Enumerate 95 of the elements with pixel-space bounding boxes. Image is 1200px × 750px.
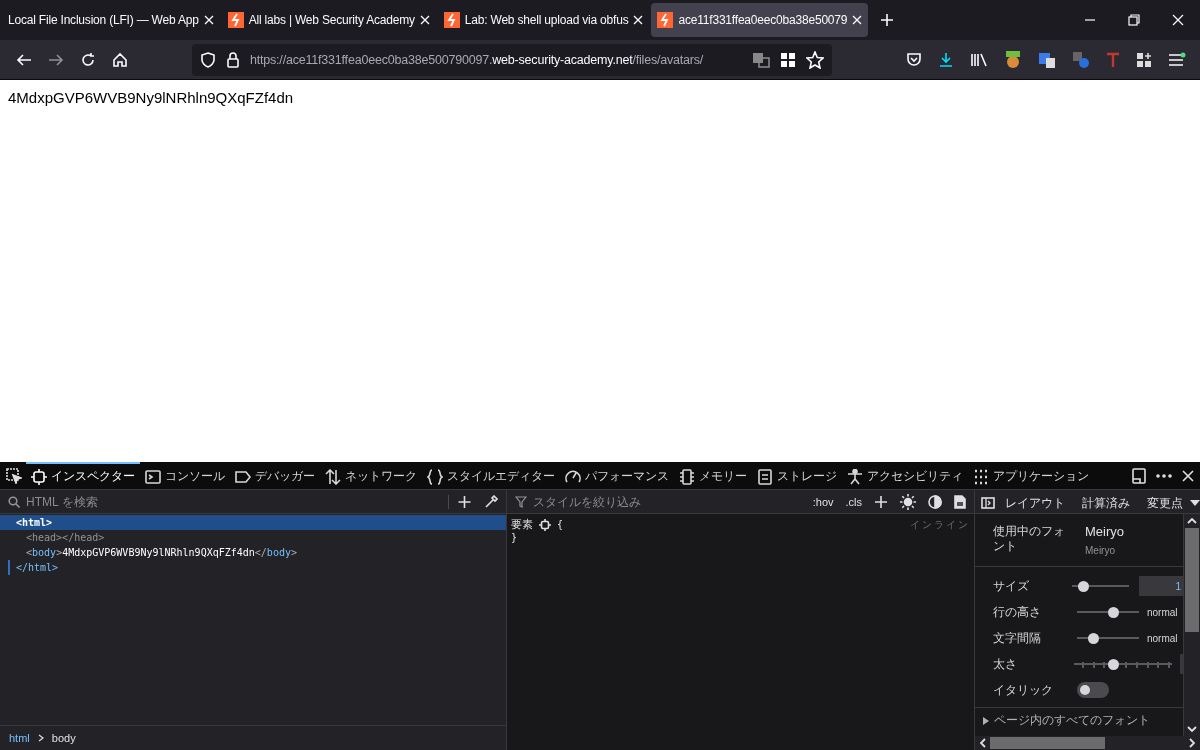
arrows-icon xyxy=(325,468,341,485)
menu-icon[interactable] xyxy=(1168,51,1186,68)
slider-thumb[interactable] xyxy=(1107,606,1119,618)
download-icon[interactable] xyxy=(938,51,954,68)
slider-reading: normal xyxy=(1147,606,1178,618)
text-style-icon[interactable] xyxy=(1106,51,1120,68)
add-icon[interactable] xyxy=(448,494,472,509)
brace-text: } xyxy=(511,532,519,543)
slider-thumb[interactable] xyxy=(1108,658,1120,670)
search-icon xyxy=(8,495,20,508)
section-title: ページ内のすべてのフォント xyxy=(994,712,1150,729)
slider-reading: normal xyxy=(1147,632,1178,644)
console-icon xyxy=(145,468,161,485)
library-icon[interactable] xyxy=(970,51,988,68)
control-label: 文字間隔 xyxy=(993,629,1042,647)
scrollbar-thumb[interactable] xyxy=(990,737,1105,749)
dock-icon[interactable] xyxy=(1132,467,1146,484)
selector-text: 要素 xyxy=(511,517,533,532)
scrollbar-thumb[interactable] xyxy=(1185,528,1199,632)
add-grid-icon[interactable] xyxy=(1136,51,1152,68)
markup-line[interactable]: <head></head> xyxy=(0,530,506,545)
browser-tab[interactable]: Lab: Web shell upload via obfus xyxy=(437,3,650,37)
control-label: 行の高さ xyxy=(993,603,1042,621)
lock-icon xyxy=(226,51,240,68)
address-bar[interactable]: https://ace11f331ffea0eec0ba38e500790097.web-security-academy.net/files/avatars/ xyxy=(192,43,832,76)
font-source: Meiryo xyxy=(1085,545,1116,556)
devtools-tab[interactable]: デバッガー xyxy=(230,462,320,489)
browser-tab[interactable]: ace11f331ffea0eec0ba38e50079 xyxy=(651,3,869,37)
forward-icon xyxy=(48,51,64,68)
page-text: 4MdxpGVP6WVB9Ny9lNRhln9QXqFZf4dn xyxy=(8,89,295,106)
star-icon[interactable] xyxy=(806,50,824,69)
sidebar-tab[interactable]: 変更点 xyxy=(1137,493,1190,512)
devtools-tab[interactable]: コンソール xyxy=(140,462,230,489)
devtools-tab[interactable]: スタイルエディター xyxy=(422,462,560,489)
home-icon[interactable] xyxy=(112,51,128,68)
new-tab-icon[interactable] xyxy=(880,13,895,27)
url-text: https://ace11f331ffea0eec0ba38e500790097.web-security-academy.net/files/avatars/ xyxy=(250,52,705,67)
slider-thumb[interactable] xyxy=(1087,632,1099,644)
control-label: サイズ xyxy=(993,577,1030,595)
scroll-left-icon[interactable] xyxy=(980,738,986,748)
grid-icon xyxy=(973,468,989,485)
scroll-down-icon[interactable] xyxy=(1187,726,1197,732)
devtools-tab[interactable]: ネットワーク xyxy=(320,462,422,489)
close-icon[interactable] xyxy=(1182,469,1194,482)
gauge-icon xyxy=(565,468,581,485)
shield-icon xyxy=(200,51,216,68)
devtools-tab[interactable]: アクセシビリティ xyxy=(842,462,968,489)
size-field[interactable]: 1 xyxy=(1139,576,1183,596)
picker-icon[interactable] xyxy=(6,467,22,484)
grid-icon[interactable] xyxy=(780,51,796,68)
chip-icon xyxy=(679,468,695,485)
devtools-tab[interactable]: ストレージ xyxy=(752,462,842,489)
markup-line[interactable]: <body>4MdxpGVP6WVB9Ny9lNRhln9QXqFZf4dn</body> xyxy=(0,545,506,560)
slider-thumb[interactable] xyxy=(1078,580,1089,592)
control-label: イタリック xyxy=(993,681,1054,699)
control-label: 太さ xyxy=(993,655,1018,673)
browser-tab[interactable]: Local File Inclusion (LFI) — Web App xyxy=(2,3,220,37)
breadcrumb[interactable]: html xyxy=(9,732,30,744)
inspector-icon xyxy=(31,468,47,485)
expand-icon[interactable] xyxy=(983,716,989,725)
node-icon[interactable] xyxy=(539,518,551,531)
contrast-icon[interactable] xyxy=(928,494,942,509)
devtools-tab[interactable]: アプリケーション xyxy=(968,462,1094,489)
search-field[interactable]: HTML を検索 xyxy=(24,493,436,510)
chevron-icon xyxy=(37,734,44,742)
braces-icon xyxy=(427,468,443,485)
scroll-up-icon[interactable] xyxy=(1187,518,1197,524)
browser-tab[interactable]: All labs | Web Security Academy xyxy=(221,3,436,37)
sidebar-tab[interactable]: レイアウト xyxy=(995,493,1072,512)
font-label: 使用中のフォント xyxy=(993,524,1066,555)
toggle-button[interactable]: :hov xyxy=(812,495,834,508)
restore-icon[interactable] xyxy=(1128,14,1140,26)
toggle-button[interactable]: .cls xyxy=(845,495,862,508)
devtools-tab[interactable]: メモリー xyxy=(674,462,752,489)
filter-field[interactable]: スタイルを絞り込み xyxy=(531,493,801,510)
tag-icon xyxy=(235,468,251,485)
sun-icon[interactable] xyxy=(900,493,916,510)
back-icon[interactable] xyxy=(16,51,32,68)
font-name: Meiryo xyxy=(1085,524,1124,539)
person-icon xyxy=(847,468,863,485)
scroll-right-icon[interactable] xyxy=(1189,738,1195,748)
more-icon[interactable] xyxy=(1156,473,1172,478)
filter-icon xyxy=(515,495,527,508)
dropdown-icon[interactable] xyxy=(1190,499,1200,506)
reload-icon[interactable] xyxy=(80,51,96,68)
sidebar-tab[interactable]: 計算済み xyxy=(1072,493,1137,512)
storage-icon xyxy=(757,468,773,485)
breadcrumb[interactable]: body xyxy=(51,732,76,744)
brace-text: { xyxy=(557,519,564,530)
devtools-tab[interactable]: パフォーマンス xyxy=(560,462,674,489)
devtools-tab[interactable]: インスペクター xyxy=(26,462,140,489)
toggle-switch[interactable] xyxy=(1077,682,1109,698)
sidebar-icon[interactable] xyxy=(981,496,995,509)
pocket-icon[interactable] xyxy=(906,51,922,68)
source-label: インライン xyxy=(910,517,970,532)
